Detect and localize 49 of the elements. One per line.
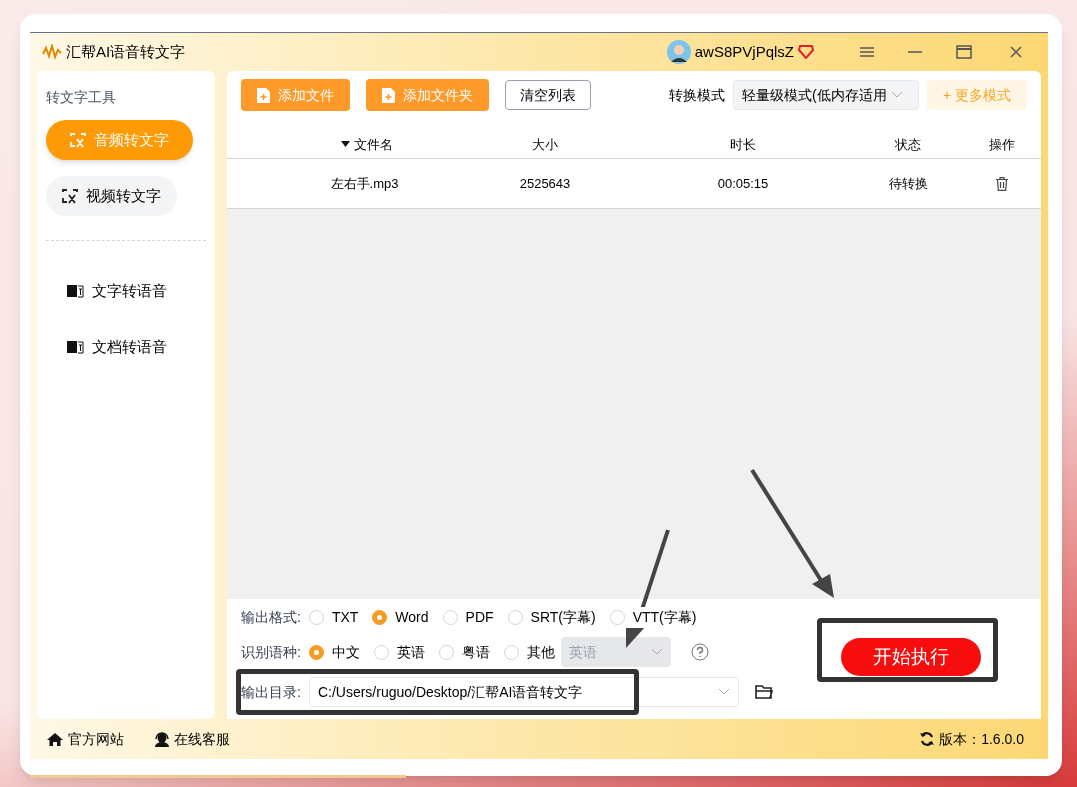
help-icon[interactable]: [690, 643, 709, 661]
sidebar-item[interactable]: 视频转文字: [46, 176, 177, 216]
chevron-icon: [717, 688, 730, 696]
column-header[interactable]: 时长: [633, 134, 853, 154]
maximize-icon[interactable]: [956, 45, 972, 59]
chevron-icon: [890, 91, 903, 99]
sidebar-item[interactable]: 文档转语音: [46, 327, 187, 367]
text-speech-icon: [66, 339, 84, 355]
add-file-icon: [382, 87, 395, 103]
output-dir-field[interactable]: C:/Users/ruguo/Desktop/汇帮AI语音转文字: [308, 677, 739, 707]
sidebar-item[interactable]: 文字转语音: [46, 271, 187, 311]
column-header[interactable]: 状态: [853, 134, 963, 154]
folder-icon[interactable]: [754, 685, 773, 699]
close-icon[interactable]: [1010, 46, 1022, 58]
mode-dropdown[interactable]: 轻量级模式(低内存适用: [732, 80, 919, 110]
trash-icon[interactable]: [995, 176, 1008, 191]
avatar-icon: [666, 40, 691, 64]
start-button[interactable]: 开始执行: [841, 638, 981, 676]
output-dir-label: 输出目录:: [241, 682, 301, 702]
chevron-icon: [650, 648, 663, 656]
home-icon: [46, 731, 64, 747]
mode-label: 转换模式: [668, 85, 725, 105]
toolbar-button[interactable]: 清空列表: [505, 80, 591, 110]
text-speech-icon: [66, 283, 84, 299]
headset-icon: [154, 731, 170, 747]
table-cell-text: 2525643: [519, 174, 571, 193]
menu-icon[interactable]: [860, 46, 874, 58]
add-file-icon: [257, 87, 270, 103]
language-label: 识别语种:: [241, 642, 301, 662]
column-header[interactable]: 文件名: [227, 134, 457, 154]
footer-link[interactable]: 在线客服: [154, 728, 230, 750]
format-label: 输出格式:: [241, 607, 301, 627]
table-cell-text: 00:05:15: [717, 174, 769, 193]
version-label: 版本：1.6.0.0: [939, 729, 1024, 749]
refresh-icon: [919, 731, 936, 747]
audio-text-icon: [60, 188, 78, 204]
table-cell-text: 待转换: [888, 174, 928, 193]
logo-icon: [42, 44, 62, 60]
column-header[interactable]: 大小: [457, 134, 633, 154]
column-header[interactable]: 操作: [963, 134, 1040, 154]
diamond-icon: [798, 45, 814, 59]
footer-link[interactable]: 官方网站: [46, 728, 124, 750]
window-title: 汇帮AI语音转文字: [66, 41, 186, 62]
table-cell-text: 左右手.mp3: [330, 174, 399, 193]
audio-text-icon: [68, 132, 86, 148]
format-radio[interactable]: VTT(字幕): [609, 606, 697, 628]
sort-icon: [341, 141, 350, 148]
sidebar-heading: 转文字工具: [46, 88, 117, 107]
user-name[interactable]: awS8PVjPqlsZ: [694, 40, 794, 64]
